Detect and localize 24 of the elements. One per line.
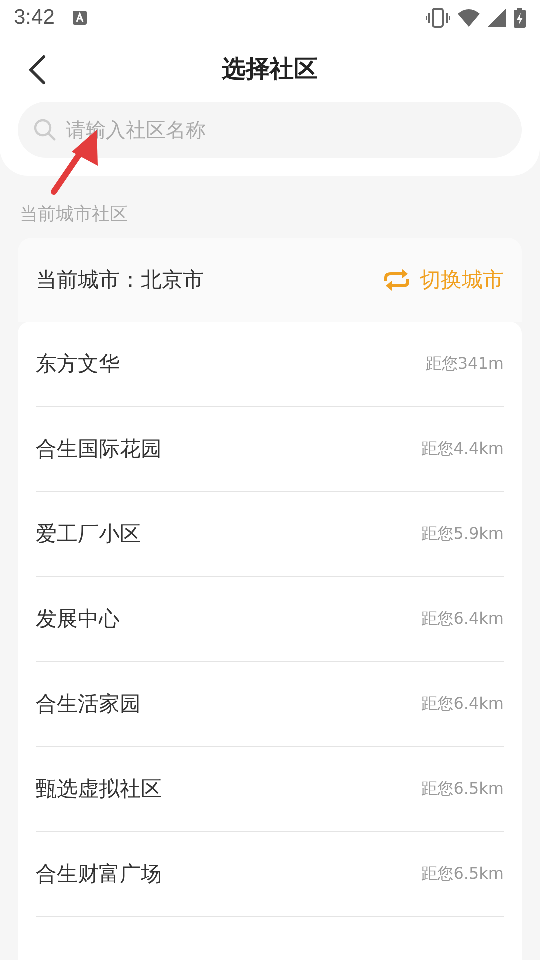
battery-icon [514, 8, 526, 28]
status-time: 3:42 [14, 6, 55, 30]
community-name[interactable]: 合生活家园 [36, 690, 422, 718]
wifi-icon [458, 9, 480, 27]
notification-icon [72, 11, 87, 25]
community-name[interactable]: 合生国际花园 [36, 435, 422, 463]
current-city-label: 当前城市：北京市 [36, 267, 205, 294]
community-distance: 距您6.4km [422, 694, 504, 714]
community-distance: 距您341m [426, 354, 504, 374]
page-title: 选择社区 [222, 54, 318, 85]
swap-icon [382, 268, 412, 292]
section-label: 当前城市社区 [19, 203, 129, 227]
community-distance: 距您6.5km [422, 778, 504, 800]
vibrate-icon [426, 8, 450, 28]
community-distance: 距您4.4km [422, 438, 504, 460]
community-name[interactable]: 发展中心 [36, 605, 422, 633]
community-distance: 距您6.5km [422, 864, 504, 884]
community-name[interactable]: 东方文华 [36, 350, 426, 378]
community-distance: 距您5.9km [422, 524, 504, 544]
signal-icon [488, 9, 506, 27]
community-name[interactable]: 爱工厂小区 [36, 520, 422, 548]
community-name[interactable]: 甄选虚拟社区 [36, 775, 422, 803]
community-name[interactable]: 合生财富广场 [36, 860, 422, 888]
community-distance: 距您6.4km [422, 608, 504, 630]
